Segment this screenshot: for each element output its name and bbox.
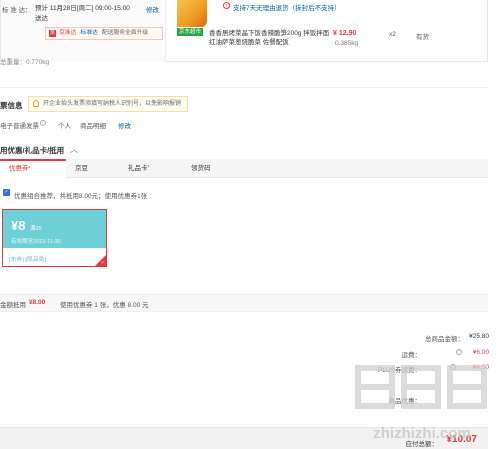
discount-section-title: 用优惠/礼品卡/抵用 — [0, 146, 65, 155]
combo-checkbox[interactable]: ✓ — [3, 189, 10, 196]
tab-label: 领货码 — [191, 165, 211, 172]
tab-gift-card[interactable]: 礼品卡* — [128, 159, 149, 178]
coupon-amount: ¥8 — [11, 218, 26, 233]
badge-text-b: 标准达 — [80, 30, 98, 36]
coupon-card[interactable]: ¥8 满20 有效期至2023-11-30 [东券] [限品类] ✓ — [2, 209, 107, 267]
lightbulb-icon — [33, 100, 39, 107]
tab-label: 京豆 — [75, 165, 88, 172]
badge-text-c: 配送服务全面升级 — [101, 30, 149, 36]
coupon-tags: [东券] [限品类] — [9, 257, 47, 263]
coupon-expiry: 有效期至2023-11-30 — [11, 239, 61, 245]
totals-label: 总商品金额： — [425, 336, 464, 343]
return-policy-icon: 7 — [223, 2, 230, 9]
totals-label: 商品优惠： — [388, 398, 422, 405]
invoice-section-title: 票信息 — [0, 101, 23, 110]
combo-note: 优惠组合推荐，共抵用8.00元；使用优惠券1张 — [14, 193, 148, 200]
info-icon[interactable]: i — [40, 120, 46, 126]
return-policy-text: 支持7天无理由退货（拆封后不支持） — [233, 5, 341, 12]
tab-jd-beans[interactable]: 京豆 — [75, 159, 88, 178]
totals-value: -¥4.00 — [470, 364, 489, 371]
discount-summary: 金额抵用 ¥8.00 使用优惠券 1 张，优惠 8.00 元 — [0, 294, 488, 312]
badge-text-a: 京准达 — [59, 30, 77, 36]
product-stock: 有货 — [416, 34, 429, 41]
invoice-edit-link[interactable]: 修改 — [118, 120, 131, 130]
summary-amount: ¥8.00 — [29, 299, 46, 306]
shipping-label: 标 准 达： — [2, 7, 32, 14]
chevron-up-icon[interactable]: ︿ — [70, 144, 78, 155]
shipping-panel: 标 准 达： 预计 11月28日[周二] 09:00-15:00 送达 修改 京… — [1, 0, 166, 62]
service-upgrade-badge: 京 京准达 标准达 配送服务全面升级 — [45, 27, 163, 40]
product-qty: x2 — [389, 31, 396, 38]
invoice-holder: 个人 — [58, 123, 71, 130]
payable-bar: 应付总额： ¥10.07 — [0, 427, 488, 449]
shipping-edit-link[interactable]: 修改 — [146, 4, 159, 14]
tab-required-mark: * — [147, 165, 150, 171]
invoice-tip-text: 开企业抬头发票须填写纳税人识别号，以免影响报销 — [43, 101, 182, 107]
totals-value: ¥25.80 — [469, 333, 489, 340]
summary-detail: 使用优惠券 1 张，优惠 8.00 元 — [60, 302, 149, 309]
product-price: ¥ 12.90 — [333, 30, 357, 37]
tab-coupons[interactable]: 优惠券* — [0, 159, 66, 178]
summary-label: 金额抵用 — [0, 302, 26, 309]
tab-required-mark: * — [28, 166, 31, 172]
help-icon[interactable]: ? — [450, 364, 456, 370]
discount-tabs: 优惠券* 京豆 礼品卡* 领货码 — [0, 159, 488, 178]
coupon-header: ¥8 满20 有效期至2023-11-30 — [3, 210, 106, 248]
shipping-product-panel: 标 准 达： 预计 11月28日[周二] 09:00-15:00 送达 修改 京… — [0, 0, 488, 62]
coupon-condition: 满20 — [30, 226, 42, 232]
section-divider — [0, 87, 488, 88]
store-tag: 京东超市 — [177, 28, 204, 36]
totals-label: 运费： — [401, 352, 422, 359]
product-weight: 0.385kg — [335, 40, 359, 47]
shipping-eta: 预计 11月28日[周二] 09:00-15:00 送达 — [35, 5, 130, 22]
product-name[interactable]: 香香居烤菜晶下饭香辣脆笋200g 拌饭拌面红油萨菜葱烧脆菜 佐餐配饭 — [209, 29, 333, 47]
help-icon[interactable]: ? — [456, 349, 462, 355]
invoice-content: 商品明细 — [80, 123, 106, 130]
payable-label: 应付总额： — [405, 441, 439, 448]
tab-label: 礼品卡 — [128, 165, 148, 172]
check-icon: ✓ — [100, 260, 105, 266]
invoice-type: 电子普通发票 — [0, 123, 39, 130]
totals-value: ¥6.00 — [472, 349, 489, 356]
delivery-icon: 京 — [49, 30, 56, 37]
invoice-tip: 开企业抬头发票须填写纳税人识别号，以免影响报销 — [28, 96, 189, 112]
tab-redeem-code[interactable]: 领货码 — [191, 159, 211, 178]
totals-label: PLUS券运费： — [378, 367, 421, 374]
product-image[interactable] — [177, 0, 207, 27]
tab-label: 优惠券 — [9, 165, 29, 172]
total-weight: 总重量：0.770kg — [0, 59, 50, 66]
payable-amount: ¥10.07 — [446, 434, 477, 445]
